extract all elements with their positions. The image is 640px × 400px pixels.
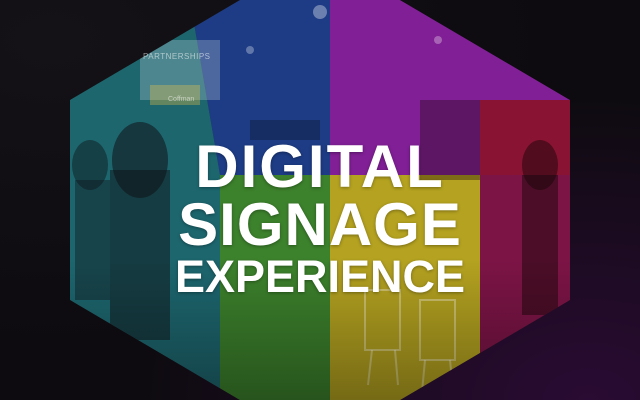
- hero-banner: PARTNERSHIPS Coffman DIGITAL SIGNAGE EXP…: [0, 0, 640, 400]
- headline: DIGITAL SIGNAGE EXPERIENCE: [150, 133, 490, 303]
- booth-logo-text: Coffman: [168, 96, 195, 103]
- ceiling-light: [313, 5, 327, 19]
- headline-line-2: SIGNAGE: [178, 191, 462, 259]
- booth-sign-text: PARTNERSHIPS: [143, 52, 211, 61]
- headline-line-3: EXPERIENCE: [174, 251, 466, 303]
- headline-line-1: DIGITAL: [195, 133, 445, 201]
